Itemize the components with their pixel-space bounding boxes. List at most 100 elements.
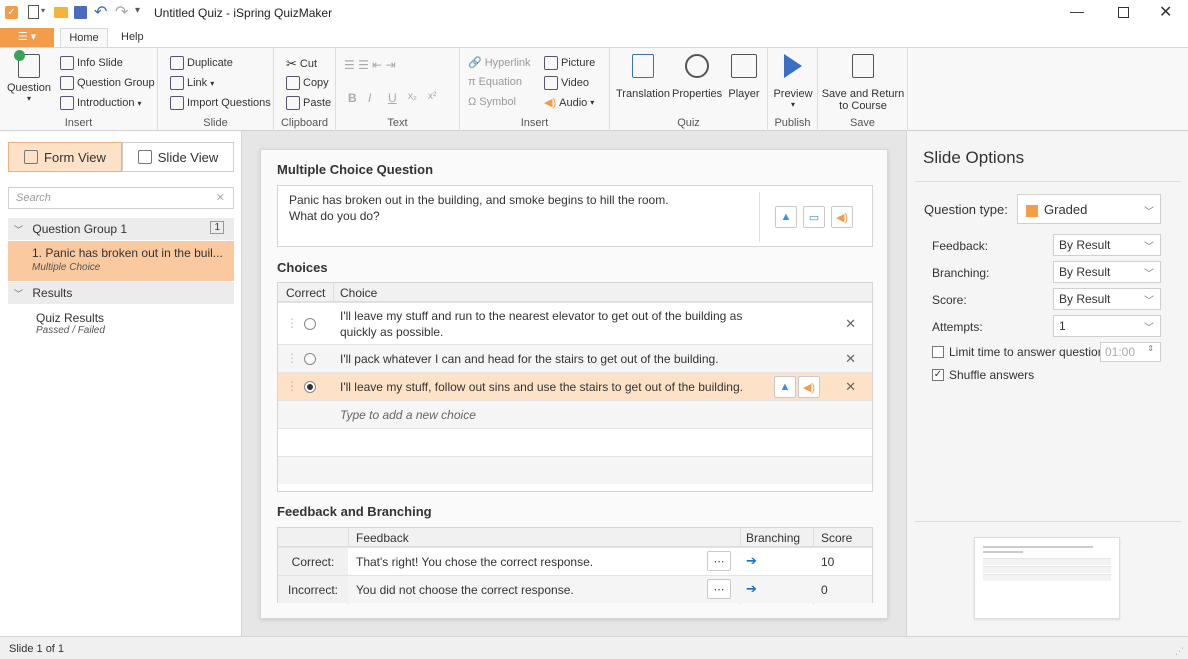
equation-button[interactable]: π Equation — [468, 76, 522, 88]
paste-button[interactable]: Paste — [286, 96, 331, 110]
time-limit-input[interactable]: 01:00 ⇕ — [1100, 342, 1161, 362]
feedback-dropdown[interactable]: By Result ﹀ — [1053, 234, 1161, 256]
preview-button[interactable]: Preview ▾ — [772, 54, 814, 109]
subscript-icon[interactable]: x₂ — [408, 91, 417, 102]
correct-radio-2[interactable] — [304, 353, 316, 365]
save-return-button[interactable]: Save and Return to Course — [820, 54, 906, 112]
results-row[interactable]: ﹀ Results — [8, 282, 234, 304]
status-bar: Slide 1 of 1 ⋰ — [0, 636, 1188, 659]
undo-icon[interactable]: ↶ — [94, 2, 107, 22]
limit-time-checkbox[interactable] — [932, 346, 944, 358]
drag-handle-icon[interactable]: ⋮ — [286, 379, 298, 393]
link-icon — [170, 76, 184, 90]
spinner-icon[interactable]: ⇕ — [1147, 344, 1154, 353]
cut-button[interactable]: ✂ Cut — [286, 56, 317, 72]
question-type-dropdown[interactable]: Graded ﹀ — [1017, 194, 1161, 224]
shuffle-answers-checkbox[interactable]: ✓ — [932, 369, 944, 381]
add-picture-icon[interactable]: ▲ — [774, 376, 796, 398]
hyperlink-button[interactable]: 🔗 Hyperlink — [468, 56, 531, 70]
add-audio-icon[interactable]: ◀) — [831, 206, 853, 228]
import-icon — [170, 96, 184, 110]
delete-choice-icon[interactable]: ✕ — [845, 351, 856, 367]
slide-options-panel: Slide Options Question type: Graded ﹀ Fe… — [906, 131, 1188, 636]
clear-search-icon[interactable]: ✕ — [216, 191, 225, 204]
chevron-down-icon: ﹀ — [1144, 323, 1154, 334]
choice-row-3[interactable]: ⋮ I'll leave my stuff, follow out sins a… — [278, 372, 872, 400]
question-group-row[interactable]: ﹀ Question Group 1 1 — [8, 218, 234, 240]
score-correct[interactable]: 10 — [821, 555, 834, 569]
feedback-incorrect-text[interactable]: You did not choose the correct response. — [356, 583, 574, 597]
video-button[interactable]: Video — [544, 76, 589, 90]
search-input[interactable]: Search ✕ — [8, 187, 234, 209]
question-text-box[interactable]: Panic has broken out in the building, an… — [277, 185, 873, 247]
new-file-icon[interactable] — [28, 5, 39, 19]
player-button[interactable]: Player — [724, 54, 764, 100]
audio-button[interactable]: ◀) Audio ▾ — [544, 96, 594, 110]
drag-handle-icon[interactable]: ⋮ — [286, 316, 298, 330]
score-incorrect[interactable]: 0 — [821, 583, 828, 597]
clipboard-group-label: Clipboard — [280, 117, 329, 129]
score-dropdown[interactable]: By Result ﹀ — [1053, 288, 1161, 310]
minimize-button[interactable]: — — [1070, 3, 1084, 19]
slide-item-quiz-results[interactable]: Quiz Results Passed / Failed — [8, 310, 234, 344]
choice-row-2[interactable]: ⋮ I'll pack whatever I can and head for … — [278, 344, 872, 372]
duplicate-button[interactable]: Duplicate — [170, 56, 233, 70]
more-options-button[interactable]: ⋯ — [707, 551, 731, 571]
correct-radio-3[interactable] — [304, 381, 316, 393]
question-group-button[interactable]: Question Group — [60, 76, 155, 90]
add-audio-icon[interactable]: ◀) — [798, 376, 820, 398]
question-text-line1: Panic has broken out in the building, an… — [289, 193, 669, 207]
underline-icon[interactable]: U — [388, 91, 397, 105]
choice-row-1[interactable]: ⋮ I'll leave my stuff and run to the nea… — [278, 302, 872, 344]
choices-table: Correct Choice ⋮ I'll leave my stuff and… — [277, 282, 873, 492]
properties-button[interactable]: Properties — [672, 54, 722, 100]
add-video-icon[interactable]: ▭ — [803, 206, 825, 228]
save-icon[interactable] — [74, 6, 87, 19]
slide-thumbnail[interactable] — [974, 537, 1120, 619]
copy-button[interactable]: Copy — [286, 76, 329, 90]
import-questions-button[interactable]: Import Questions — [170, 96, 271, 110]
question-button[interactable]: Question ▾ — [6, 50, 52, 103]
drag-handle-icon[interactable]: ⋮ — [286, 351, 298, 365]
slide-view-button[interactable]: Slide View — [122, 142, 234, 172]
app-icon: ✓ — [5, 6, 18, 19]
close-button[interactable]: ✕ — [1159, 2, 1172, 22]
branching-arrow-icon[interactable]: ➔ — [746, 553, 757, 569]
paste-icon — [286, 96, 300, 110]
redo-icon[interactable]: ↷ — [115, 2, 128, 22]
delete-choice-icon[interactable]: ✕ — [845, 316, 856, 332]
attempts-dropdown[interactable]: 1 ﹀ — [1053, 315, 1161, 337]
italic-icon[interactable]: I — [368, 91, 371, 105]
branching-arrow-icon[interactable]: ➔ — [746, 581, 757, 597]
tab-help[interactable]: Help — [121, 31, 144, 43]
correct-radio-1[interactable] — [304, 318, 316, 330]
symbol-button[interactable]: Ω Symbol — [468, 96, 516, 108]
introduction-icon — [60, 96, 74, 110]
add-choice-row[interactable]: Type to add a new choice — [278, 400, 872, 428]
delete-choice-icon[interactable]: ✕ — [845, 379, 856, 395]
resize-grip-icon[interactable]: ⋰ — [1175, 646, 1184, 657]
translation-button[interactable]: Translation — [616, 54, 670, 100]
info-slide-button[interactable]: Info Slide — [60, 56, 123, 70]
feedback-correct-text[interactable]: That's right! You chose the correct resp… — [356, 555, 593, 569]
bullets-icon[interactable]: ☰ ☰ ⇤ ⇥ — [344, 58, 396, 72]
form-view-button[interactable]: Form View — [8, 142, 122, 172]
maximize-button[interactable] — [1118, 7, 1129, 18]
branching-dropdown[interactable]: By Result ﹀ — [1053, 261, 1161, 283]
slide-item-question-1[interactable]: 1. Panic has broken out in the buil... M… — [8, 241, 234, 281]
equation-icon: π — [468, 76, 476, 88]
bold-icon[interactable]: B — [348, 91, 357, 105]
open-folder-icon[interactable] — [54, 7, 68, 18]
more-options-button[interactable]: ⋯ — [707, 579, 731, 599]
file-menu-button[interactable]: ☰ ▾ — [0, 28, 54, 47]
dropdown-arrow-icon[interactable]: ▾ — [41, 6, 45, 15]
introduction-button[interactable]: Introduction ▾ — [60, 96, 142, 110]
add-picture-icon[interactable]: ▲ — [775, 206, 797, 228]
link-button[interactable]: Link ▾ — [170, 76, 214, 90]
tab-home[interactable]: Home — [60, 28, 108, 48]
picture-button[interactable]: Picture — [544, 56, 595, 70]
hyperlink-icon: 🔗 — [468, 57, 482, 69]
customize-toolbar-icon[interactable]: ▾ — [135, 5, 140, 16]
save-group-label: Save — [849, 117, 876, 129]
superscript-icon[interactable]: x² — [428, 91, 436, 102]
